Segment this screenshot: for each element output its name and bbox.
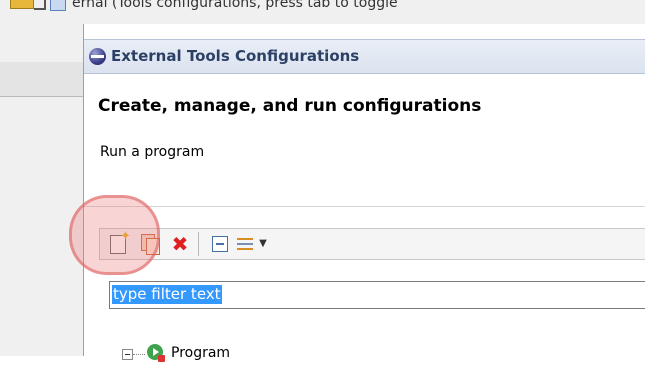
dialog-heading: Create, manage, and run configurations [98, 96, 482, 116]
filter-input[interactable]: type filter text [112, 285, 222, 304]
highlight-circle [69, 195, 160, 275]
external-tools-dialog: External Tools Configurations Create, ma… [83, 24, 645, 362]
background-toolbar: ernal (Tools configurations, press tab t… [0, 0, 645, 24]
collapse-toggle-icon[interactable] [122, 349, 133, 360]
filter-input-container[interactable]: type filter text [109, 281, 645, 309]
dialog-title: External Tools Configurations [111, 47, 360, 65]
background-tab[interactable] [0, 62, 83, 97]
tree-item-label: Program [171, 345, 231, 361]
document-icon[interactable] [50, 0, 66, 11]
dialog-titlebar[interactable]: External Tools Configurations [84, 39, 645, 74]
delete-button[interactable]: ✖ [168, 232, 192, 256]
tree-connector [133, 354, 145, 355]
chevron-down-icon: ▼ [259, 238, 267, 249]
header-divider [84, 206, 645, 207]
toolbox-badge-icon [158, 355, 165, 362]
view-menu-button[interactable]: ▼ [256, 232, 270, 256]
eclipse-icon [89, 48, 106, 65]
collapse-all-icon [212, 236, 228, 252]
delete-icon: ✖ [171, 232, 189, 256]
configurations-toolbar: ✦ ✖ ▼ [99, 228, 645, 260]
filter-icon [237, 238, 253, 240]
dialog-message: Run a program [100, 144, 205, 160]
background-panel [0, 24, 83, 356]
dropdown-icon[interactable] [34, 0, 46, 10]
filter-configurations-button[interactable] [233, 232, 257, 256]
collapse-all-button[interactable] [208, 232, 232, 256]
background-toolbar-text: ernal (Tools configurations, press tab t… [72, 0, 398, 11]
folder-icon[interactable] [10, 0, 34, 9]
toolbar-separator [198, 232, 199, 256]
tree-item-program[interactable]: Program [122, 343, 422, 369]
